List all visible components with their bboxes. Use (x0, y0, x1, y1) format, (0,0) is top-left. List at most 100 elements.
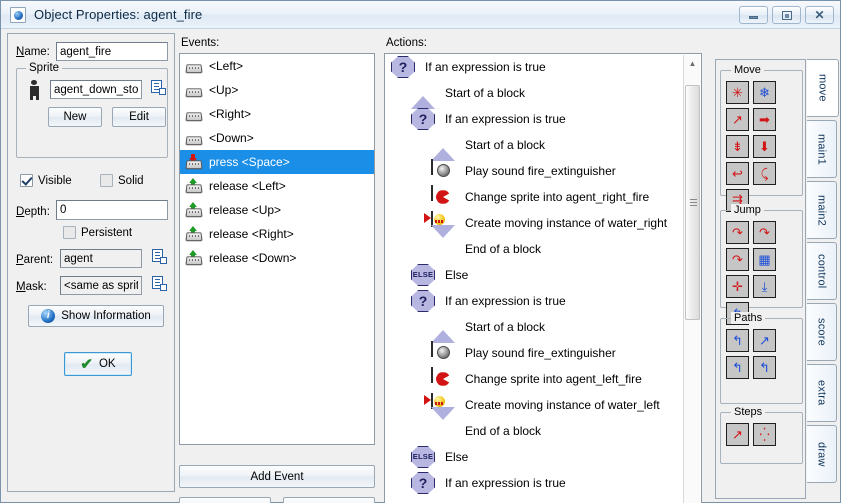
close-button[interactable]: ✕ (805, 6, 834, 24)
event-list-item[interactable]: <Right> (180, 102, 374, 126)
change-sprite-icon (431, 367, 457, 390)
keyboard-icon (185, 131, 203, 146)
path-position-icon[interactable]: ↰ (726, 356, 749, 379)
event-list-item[interactable]: <Down> (180, 126, 374, 150)
sprite-menu-icon[interactable] (150, 79, 166, 95)
mask-input[interactable] (60, 276, 142, 295)
action-palette: Move✳❄↗➡⇟⬇↩⤹⇶Jump↷↷↷▦✛⤓↰Paths↰↗↰↰Steps↗⁛ (715, 59, 806, 499)
delete-button[interactable]: Delete (179, 497, 271, 503)
tab-move[interactable]: move (807, 59, 839, 117)
name-input[interactable] (56, 42, 168, 61)
move-towards-icon[interactable]: ↗ (726, 108, 749, 131)
events-list[interactable]: <Left> <Up> <Right> <Down> press <Space> rele… (179, 53, 375, 445)
event-label: <Up> (209, 83, 239, 97)
set-path-icon[interactable]: ↰ (726, 329, 749, 352)
visible-checkbox[interactable] (20, 174, 33, 187)
action-list-item[interactable]: End of a block (385, 407, 701, 444)
keyboard-icon (185, 107, 203, 122)
action-list-item[interactable]: Play sound fire_extinguisher (385, 158, 701, 184)
speed-vertical-icon[interactable]: ⇟ (726, 135, 749, 158)
action-list-item[interactable]: Change sprite into agent_right_fire (385, 184, 701, 210)
solid-label: Solid (118, 174, 144, 187)
action-list-item[interactable]: ? If an expression is true (385, 106, 701, 132)
event-list-item[interactable]: <Up> (180, 78, 374, 102)
question-octagon-icon: ? (411, 108, 437, 130)
event-list-item[interactable]: release <Down> (180, 246, 374, 270)
tab-draw[interactable]: draw (807, 425, 837, 483)
event-list-item[interactable]: release <Up> (180, 198, 374, 222)
set-gravity-icon[interactable]: ⬇ (753, 135, 776, 158)
action-list-item[interactable]: Start of a block (385, 80, 701, 109)
event-list-item[interactable]: <Left> (180, 54, 374, 78)
parent-label: Parent: (16, 254, 54, 266)
visible-checkbox-row[interactable]: Visible (20, 174, 72, 187)
move-to-contact-icon[interactable]: ⤓ (753, 275, 776, 298)
action-list-item[interactable]: Start of a block (385, 132, 701, 161)
change-button[interactable]: Change (283, 497, 375, 503)
solid-checkbox[interactable] (100, 174, 113, 187)
actions-scrollbar[interactable]: ▲ ▼ (683, 55, 700, 503)
tab-label: move (816, 74, 829, 102)
jump-position-icon[interactable]: ↷ (726, 221, 749, 244)
sprite-new-button[interactable]: New (48, 107, 102, 127)
tab-main2[interactable]: main2 (807, 181, 837, 239)
action-list-item[interactable]: ? If an expression is true (385, 54, 701, 80)
persistent-checkbox-row[interactable]: Persistent (63, 226, 132, 239)
mask-menu-icon[interactable] (151, 275, 167, 291)
event-list-item[interactable]: press <Space> (180, 150, 374, 174)
reverse-horizontal-icon[interactable]: ↩ (726, 162, 749, 185)
palette-group-label: Jump (731, 204, 764, 216)
persistent-checkbox[interactable] (63, 226, 76, 239)
actions-list[interactable]: ? If an expression is true Start of a bloc… (384, 53, 702, 503)
change-sprite-icon (431, 185, 457, 208)
action-list-item[interactable]: Change sprite into agent_left_fire (385, 366, 701, 392)
parent-menu-icon[interactable] (151, 248, 167, 264)
step-avoiding-icon[interactable]: ⁛ (753, 423, 776, 446)
play-sound-icon (431, 159, 457, 182)
show-information-label: Show Information (61, 310, 151, 322)
solid-checkbox-row[interactable]: Solid (100, 174, 144, 187)
event-list-item[interactable]: release <Right> (180, 222, 374, 246)
scrollbar-thumb[interactable] (685, 85, 700, 320)
show-information-button[interactable]: i Show Information (28, 305, 164, 327)
maximize-button[interactable] (772, 6, 801, 24)
action-list-item[interactable]: Play sound fire_extinguisher (385, 340, 701, 366)
actions-panel: Actions: ? If an expression is true Start … (384, 33, 706, 503)
action-list-item[interactable]: End of a block (385, 225, 701, 262)
depth-input[interactable] (56, 200, 168, 220)
action-list-item[interactable]: Start of a block (385, 314, 701, 343)
action-list-item[interactable]: ? If an expression is true (385, 470, 701, 496)
wrap-screen-icon[interactable]: ✛ (726, 275, 749, 298)
event-list-item[interactable]: release <Left> (180, 174, 374, 198)
minimize-button[interactable] (739, 6, 768, 24)
action-label: Play sound fire_extinguisher (465, 164, 616, 178)
jump-random-icon[interactable]: ↷ (726, 248, 749, 271)
move-fixed-icon[interactable]: ✳ (726, 81, 749, 104)
parent-input[interactable] (60, 249, 142, 268)
align-to-grid-icon[interactable]: ▦ (753, 248, 776, 271)
sprite-edit-button[interactable]: Edit (112, 107, 166, 127)
tab-extra[interactable]: extra (807, 364, 837, 422)
jump-start-icon[interactable]: ↷ (753, 221, 776, 244)
move-free-icon[interactable]: ❄ (753, 81, 776, 104)
palette-group-label: Paths (731, 312, 766, 324)
sprite-input[interactable] (50, 80, 142, 99)
scroll-up-icon[interactable]: ▲ (684, 55, 701, 72)
tab-score[interactable]: score (807, 303, 837, 361)
step-towards-icon[interactable]: ↗ (726, 423, 749, 446)
path-speed-icon[interactable]: ↰ (753, 356, 776, 379)
ok-button[interactable]: ✔ OK (64, 352, 132, 376)
action-list-item[interactable]: ? If an expression is true (385, 288, 701, 314)
end-path-icon[interactable]: ↗ (753, 329, 776, 352)
tab-control[interactable]: control (807, 242, 837, 300)
tab-main1[interactable]: main1 (807, 120, 837, 178)
action-label: Play sound fire_extinguisher (465, 346, 616, 360)
question-octagon-icon: ? (411, 472, 437, 494)
speed-horizontal-icon[interactable]: ➡ (753, 108, 776, 131)
object-settings-panel: Name: Sprite New Edit Visible Solid (7, 33, 175, 492)
action-list-item[interactable]: ELSE Else (385, 262, 701, 288)
action-list-item[interactable]: ELSE Else (385, 444, 701, 470)
add-event-button[interactable]: Add Event (179, 465, 375, 488)
reverse-vertical-icon[interactable]: ⤹ (753, 162, 776, 185)
sprite-group-label: Sprite (26, 62, 63, 74)
